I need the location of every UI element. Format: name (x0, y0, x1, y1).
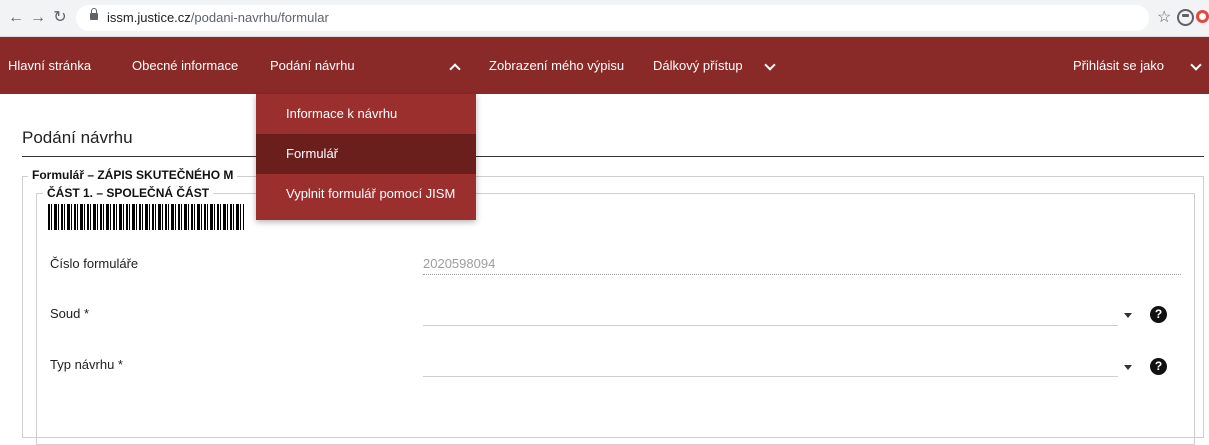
form-legend: Formulář – ZÁPIS SKUTEČNÉHO M (28, 168, 238, 182)
forward-icon[interactable]: → (28, 8, 48, 28)
chevron-down-icon[interactable] (1190, 59, 1202, 71)
browser-toolbar: ← → ↻ issm.justice.cz/podani-navrhu/form… (0, 0, 1209, 37)
nav-item-obecne-informace[interactable]: Obecné informace (132, 37, 238, 94)
nav-item-podani-navrhu[interactable]: Podání návrhu (270, 37, 355, 94)
section-fieldset (36, 193, 1195, 445)
address-bar[interactable]: issm.justice.cz/podani-navrhu/formular (76, 5, 1149, 31)
nav-item-dalkovy-pristup[interactable]: Dálkový přístup (653, 37, 743, 94)
url-text: issm.justice.cz/podani-navrhu/formular (107, 5, 329, 31)
help-icon[interactable]: ? (1150, 306, 1167, 323)
account-icon[interactable] (1177, 9, 1194, 26)
form-number-underline (423, 274, 1181, 275)
login-menu[interactable]: Přihlásit se jako (1073, 37, 1164, 94)
menu-item-informace[interactable]: Informace k návrhu (256, 94, 476, 134)
field-label-soud: Soud * (50, 306, 90, 321)
title-divider (22, 156, 1204, 157)
url-domain: issm.justice.cz (107, 10, 191, 25)
chevron-down-icon[interactable] (764, 59, 776, 71)
field-label-cislo-formulare: Číslo formuláře (50, 256, 139, 271)
podani-navrhu-dropdown: Informace k návrhu Formulář Vyplnit form… (256, 94, 476, 220)
barcode (48, 204, 244, 230)
extension-icon[interactable] (1196, 10, 1209, 23)
nav-item-hlavni-stranka[interactable]: Hlavní stránka (8, 37, 91, 94)
chevron-up-icon[interactable] (449, 63, 461, 75)
reload-icon[interactable]: ↻ (50, 8, 70, 28)
lock-icon (90, 8, 98, 20)
back-icon[interactable]: ← (6, 8, 26, 28)
main-navigation: Hlavní stránka Obecné informace Podání n… (0, 37, 1209, 94)
court-select[interactable] (423, 325, 1118, 326)
caret-down-icon[interactable] (1124, 365, 1132, 370)
nav-item-zobrazeni-vypisu[interactable]: Zobrazení mého výpisu (489, 37, 624, 94)
caret-down-icon[interactable] (1124, 313, 1132, 318)
menu-item-formular[interactable]: Formulář (256, 134, 476, 174)
proposal-type-select[interactable] (423, 376, 1118, 377)
field-label-typ-navrhu: Typ návrhu * (50, 357, 123, 372)
help-icon[interactable]: ? (1150, 358, 1167, 375)
menu-item-jism[interactable]: Vyplnit formulář pomocí JISM (256, 174, 476, 214)
url-path: /podani-navrhu/formular (190, 10, 329, 25)
form-number-value: 2020598094 (423, 256, 496, 271)
section-legend: ČÁST 1. – SPOLEČNÁ ČÁST (43, 186, 214, 200)
bookmark-star-icon[interactable]: ☆ (1157, 7, 1171, 27)
page-title: Podání návrhu (22, 128, 133, 147)
